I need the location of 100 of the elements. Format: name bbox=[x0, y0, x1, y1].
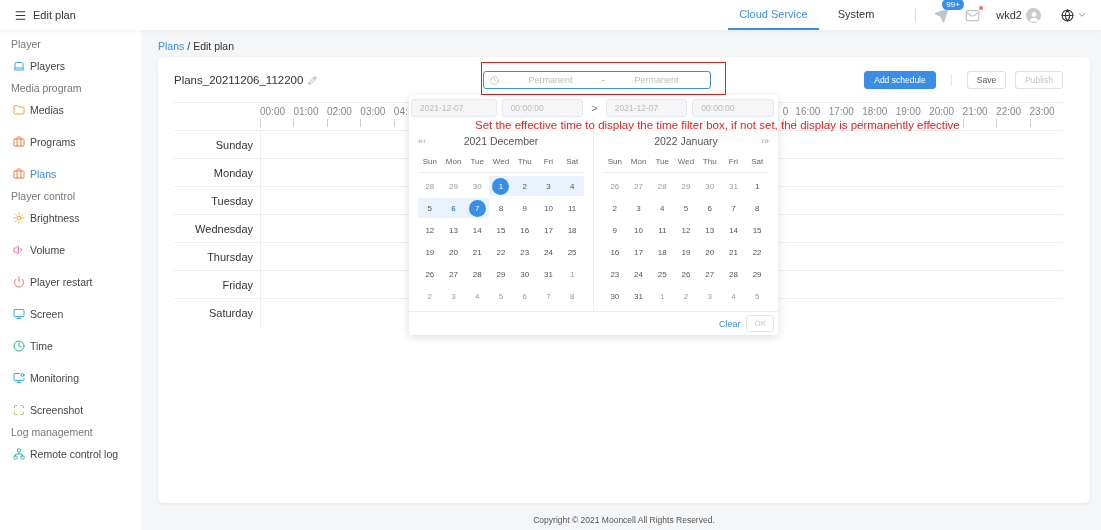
sidebar-item[interactable]: Volume bbox=[0, 237, 141, 263]
weekday-label: Sat bbox=[751, 157, 764, 166]
calendar-day[interactable]: 8 bbox=[492, 199, 510, 217]
calendar-day[interactable]: 14 bbox=[468, 221, 486, 239]
sidebar-item[interactable]: Plans bbox=[0, 161, 141, 187]
power-icon bbox=[13, 276, 25, 288]
sidebar-item[interactable]: Players bbox=[0, 53, 141, 79]
sidebar-item[interactable]: Screen bbox=[0, 301, 141, 327]
calendar-day[interactable]: 16 bbox=[606, 243, 624, 261]
sidebar-item[interactable]: Screenshot bbox=[0, 397, 141, 423]
calendar-day[interactable]: 26 bbox=[677, 265, 695, 283]
calendar-day[interactable]: 23 bbox=[516, 243, 534, 261]
hour-label: 19:00 bbox=[895, 106, 921, 117]
chevron-icon[interactable] bbox=[1077, 10, 1087, 20]
month-title: 2021 December bbox=[462, 135, 540, 147]
calendar-day[interactable]: 3 bbox=[539, 177, 557, 195]
page-title: Edit plan bbox=[33, 9, 76, 21]
sidebar-item[interactable]: Brightness bbox=[0, 205, 141, 231]
calendar-day[interactable]: 13 bbox=[701, 221, 719, 239]
sidebar-item[interactable]: Medias bbox=[0, 97, 141, 123]
start-placeholder: Permanent bbox=[527, 75, 574, 85]
calendar-day[interactable]: 5 bbox=[421, 199, 439, 217]
calendar-day[interactable]: 4 bbox=[563, 177, 581, 195]
avatar-icon[interactable] bbox=[1026, 7, 1041, 23]
calendar-day[interactable]: 10 bbox=[630, 221, 648, 239]
scan-icon bbox=[13, 404, 25, 416]
nav-tab[interactable]: Cloud Service bbox=[728, 0, 819, 30]
calendar-day[interactable]: 4 bbox=[653, 199, 671, 217]
weekday-label: Tue bbox=[655, 157, 670, 166]
calendar-day[interactable]: 25 bbox=[563, 243, 581, 261]
calendar-day[interactable]: 26 bbox=[421, 265, 439, 283]
calendar-day[interactable]: 23 bbox=[606, 265, 624, 283]
calendar-day[interactable]: 15 bbox=[748, 221, 766, 239]
hour-label: 0 bbox=[782, 106, 789, 117]
monitor-icon bbox=[13, 308, 25, 320]
day-label: Friday bbox=[222, 278, 254, 291]
edit-icon[interactable] bbox=[308, 75, 318, 85]
weekday-label: Sat bbox=[566, 157, 579, 166]
calendar-day[interactable]: 27 bbox=[701, 265, 719, 283]
calendar-day[interactable]: 6 bbox=[701, 199, 719, 217]
weekday-label: Sun bbox=[607, 157, 622, 166]
end-placeholder: Permanent bbox=[633, 75, 680, 85]
weekday-label: Wed bbox=[677, 157, 695, 166]
clear-link[interactable]: Clear bbox=[718, 318, 741, 329]
sidebar-item[interactable]: Programs bbox=[0, 129, 141, 155]
weekday-label: Fri bbox=[728, 157, 739, 166]
calendar-day[interactable]: 15 bbox=[492, 221, 510, 239]
menu-icon[interactable] bbox=[14, 8, 27, 22]
calendar-day[interactable]: 19 bbox=[677, 243, 695, 261]
calendar-day[interactable]: 1 bbox=[748, 177, 766, 195]
calendar-day[interactable]: 24 bbox=[630, 265, 648, 283]
calendar-day[interactable]: 19 bbox=[421, 243, 439, 261]
calendar-day[interactable]: 29 bbox=[748, 265, 766, 283]
calendar-day[interactable]: 30 bbox=[516, 265, 534, 283]
calendar-day[interactable]: 16 bbox=[516, 221, 534, 239]
calendar-day[interactable]: 21 bbox=[724, 243, 742, 261]
calendar-day[interactable]: 13 bbox=[445, 221, 463, 239]
calendar-day[interactable]: 5 bbox=[677, 199, 695, 217]
nav-tab[interactable]: System bbox=[826, 0, 886, 30]
sidebar-item[interactable]: Monitoring bbox=[0, 365, 141, 391]
calendar-day[interactable]: 30 bbox=[606, 287, 624, 305]
calendar-day[interactable]: 31 bbox=[539, 265, 557, 283]
calendar-day[interactable]: 20 bbox=[701, 243, 719, 261]
calendar-day[interactable]: 24 bbox=[539, 243, 557, 261]
calendar-day[interactable]: 18 bbox=[563, 221, 581, 239]
mail-icon[interactable] bbox=[965, 7, 981, 23]
sidebar-heading: Log management bbox=[10, 425, 94, 440]
sidebar-item[interactable]: Time bbox=[0, 333, 141, 359]
calendar-day[interactable]: 27 bbox=[445, 265, 463, 283]
calendar-day[interactable]: 20 bbox=[445, 243, 463, 261]
calendar-day[interactable]: 2 bbox=[606, 199, 624, 217]
calendar-day[interactable]: 11 bbox=[653, 221, 671, 239]
calendar-day[interactable]: 14 bbox=[724, 221, 742, 239]
calendar-day[interactable]: 2 bbox=[516, 177, 534, 195]
calendar-day[interactable]: 7 bbox=[724, 199, 742, 217]
calendar-day[interactable]: 28 bbox=[724, 265, 742, 283]
day-label: Sunday bbox=[215, 138, 254, 151]
calendar-day[interactable]: 9 bbox=[606, 221, 624, 239]
calendar-day[interactable]: 9 bbox=[516, 199, 534, 217]
calendar-day[interactable]: 11 bbox=[563, 199, 581, 217]
calendar-day[interactable]: 10 bbox=[539, 199, 557, 217]
calendar-day[interactable]: 3 bbox=[630, 199, 648, 217]
action-button[interactable]: Save bbox=[966, 71, 1007, 89]
calendar-day[interactable]: 17 bbox=[630, 243, 648, 261]
calendar-day[interactable]: 31 bbox=[630, 287, 648, 305]
globe-icon[interactable] bbox=[1061, 8, 1074, 22]
sidebar-item[interactable]: Remote control log bbox=[0, 441, 141, 467]
calendar-day[interactable]: 12 bbox=[677, 221, 695, 239]
calendar-day[interactable]: 28 bbox=[468, 265, 486, 283]
sidebar-heading: Media program bbox=[10, 81, 83, 96]
calendar-day[interactable]: 17 bbox=[539, 221, 557, 239]
calendar-day[interactable]: 21 bbox=[468, 243, 486, 261]
calendar-day[interactable]: 18 bbox=[653, 243, 671, 261]
calendar-day[interactable]: 25 bbox=[653, 265, 671, 283]
calendar-day[interactable]: 12 bbox=[421, 221, 439, 239]
sidebar-item[interactable]: Player restart bbox=[0, 269, 141, 295]
calendar-day[interactable]: 22 bbox=[492, 243, 510, 261]
calendar-day[interactable]: 22 bbox=[748, 243, 766, 261]
calendar-day[interactable]: 29 bbox=[492, 265, 510, 283]
calendar-day[interactable]: 8 bbox=[748, 199, 766, 217]
